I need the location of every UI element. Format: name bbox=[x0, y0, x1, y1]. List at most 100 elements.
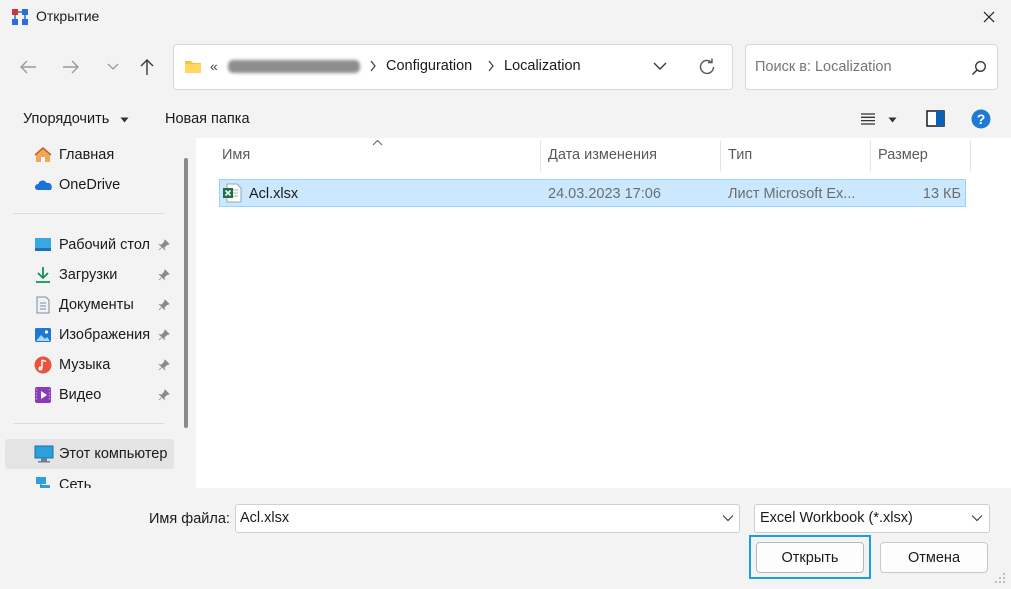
back-button[interactable] bbox=[13, 52, 43, 82]
file-type-filter-value: Excel Workbook (*.xlsx) bbox=[760, 510, 913, 526]
refresh-button[interactable] bbox=[697, 57, 717, 77]
window-title: Открытие bbox=[36, 8, 100, 24]
help-icon: ? bbox=[971, 109, 991, 129]
address-history-button[interactable] bbox=[652, 60, 668, 72]
arrow-left-icon bbox=[20, 60, 36, 74]
downloads-icon bbox=[34, 266, 52, 284]
pictures-icon bbox=[34, 326, 52, 344]
chevron-down-icon bbox=[722, 515, 734, 522]
nav-item-label: Музыка bbox=[59, 357, 111, 373]
list-view-icon bbox=[861, 113, 875, 125]
documents-icon bbox=[34, 296, 52, 314]
pin-icon[interactable] bbox=[158, 329, 170, 341]
file-size: 13 КБ bbox=[922, 186, 961, 202]
column-divider[interactable] bbox=[870, 140, 871, 172]
home-icon bbox=[34, 146, 52, 164]
chevron-right-icon bbox=[487, 60, 495, 72]
close-button[interactable] bbox=[970, 3, 1008, 31]
nav-item-pictures[interactable]: Изображения bbox=[0, 320, 176, 350]
chevron-down-icon bbox=[653, 62, 667, 70]
preview-pane-button[interactable] bbox=[926, 110, 945, 127]
svg-text:?: ? bbox=[977, 111, 986, 127]
nav-item-network[interactable]: Сеть bbox=[0, 470, 176, 488]
app-icon bbox=[11, 8, 29, 26]
videos-icon bbox=[34, 386, 52, 404]
pin-icon[interactable] bbox=[158, 239, 170, 251]
column-divider[interactable] bbox=[540, 140, 541, 172]
nav-item-label: Этот компьютер bbox=[59, 446, 168, 462]
column-header-type[interactable]: Тип bbox=[728, 147, 752, 163]
refresh-icon bbox=[699, 58, 715, 75]
open-button[interactable]: Открыть bbox=[756, 542, 864, 573]
sort-ascending-icon bbox=[372, 139, 383, 146]
nav-item-label: Документы bbox=[59, 297, 134, 313]
search-icon[interactable] bbox=[971, 60, 987, 76]
arrow-right-icon bbox=[63, 60, 79, 74]
file-name: Acl.xlsx bbox=[249, 186, 299, 202]
folder-icon bbox=[184, 59, 202, 74]
divider bbox=[13, 213, 164, 214]
nav-item-label: Загрузки bbox=[59, 267, 118, 283]
nav-item-documents[interactable]: Документы bbox=[0, 290, 176, 320]
excel-file-icon bbox=[222, 183, 242, 203]
chevron-right-icon bbox=[369, 60, 377, 72]
cancel-button[interactable]: Отмена bbox=[880, 542, 988, 573]
nav-item-music[interactable]: Музыка bbox=[0, 350, 176, 380]
pin-icon[interactable] bbox=[158, 269, 170, 281]
recent-locations-button[interactable] bbox=[98, 52, 128, 82]
desktop-icon bbox=[34, 236, 52, 254]
nav-item-label: Изображения bbox=[59, 327, 151, 343]
caret-down-icon[interactable] bbox=[888, 117, 897, 123]
network-icon bbox=[34, 476, 52, 488]
filename-input[interactable] bbox=[240, 510, 710, 526]
file-type: Лист Microsoft Ex... bbox=[728, 186, 856, 202]
navigation-pane: Главная OneDrive Рабочий стол Загрузки Д… bbox=[0, 138, 196, 488]
search-input[interactable] bbox=[755, 59, 955, 75]
arrow-up-icon bbox=[140, 59, 154, 75]
pin-icon[interactable] bbox=[158, 299, 170, 311]
nav-item-videos[interactable]: Видео bbox=[0, 380, 176, 410]
onedrive-icon bbox=[34, 176, 52, 194]
nav-item-desktop[interactable]: Рабочий стол bbox=[0, 230, 176, 260]
pin-icon[interactable] bbox=[158, 359, 170, 371]
forward-button[interactable] bbox=[56, 52, 86, 82]
column-divider[interactable] bbox=[970, 140, 971, 172]
nav-item-label: Сеть bbox=[59, 477, 92, 488]
help-button[interactable]: ? bbox=[971, 109, 991, 129]
organize-menu[interactable]: Упорядочить bbox=[23, 111, 109, 127]
pin-icon[interactable] bbox=[158, 389, 170, 401]
redacted-path bbox=[228, 60, 360, 73]
column-header-size[interactable]: Размер bbox=[878, 147, 928, 163]
close-icon bbox=[983, 11, 995, 23]
chevron-down-icon[interactable] bbox=[971, 514, 983, 522]
up-button[interactable] bbox=[132, 52, 162, 82]
filename-label: Имя файла: bbox=[149, 511, 230, 527]
nav-scrollbar[interactable] bbox=[184, 158, 188, 428]
title-bar bbox=[0, 0, 1011, 34]
file-date: 24.03.2023 17:06 bbox=[548, 186, 661, 202]
music-icon bbox=[34, 356, 52, 374]
nav-item-onedrive[interactable]: OneDrive bbox=[0, 170, 176, 200]
nav-item-label: Видео bbox=[59, 387, 102, 403]
this-pc-icon bbox=[34, 445, 54, 463]
filename-dropdown-button[interactable] bbox=[722, 514, 734, 522]
nav-item-this-pc[interactable]: Этот компьютер bbox=[5, 439, 174, 469]
column-header-name[interactable]: Имя bbox=[222, 147, 250, 163]
breadcrumb-configuration[interactable]: Configuration bbox=[386, 58, 472, 74]
address-overflow[interactable]: « bbox=[210, 58, 218, 74]
divider bbox=[13, 423, 164, 424]
new-folder-button[interactable]: Новая папка bbox=[165, 111, 250, 127]
nav-item-label: Главная bbox=[59, 147, 115, 163]
nav-item-home[interactable]: Главная bbox=[0, 140, 176, 170]
column-header-date[interactable]: Дата изменения bbox=[548, 147, 657, 163]
breadcrumb-localization[interactable]: Localization bbox=[504, 58, 581, 74]
resize-grip-icon[interactable] bbox=[994, 572, 1006, 584]
nav-item-downloads[interactable]: Загрузки bbox=[0, 260, 176, 290]
preview-pane-icon bbox=[926, 110, 945, 127]
nav-item-label: Рабочий стол bbox=[59, 237, 151, 253]
nav-item-label: OneDrive bbox=[59, 177, 121, 193]
column-divider[interactable] bbox=[720, 140, 721, 172]
view-options-button[interactable] bbox=[860, 112, 876, 126]
caret-down-icon bbox=[120, 117, 129, 123]
chevron-down-icon bbox=[107, 63, 119, 70]
